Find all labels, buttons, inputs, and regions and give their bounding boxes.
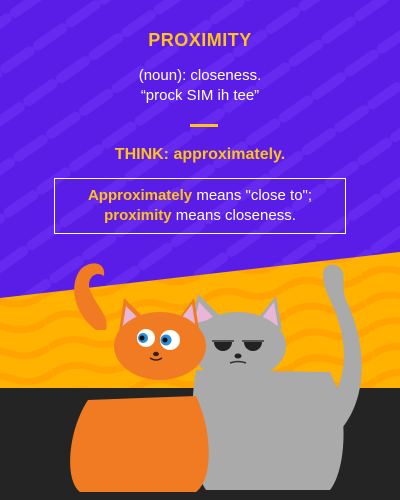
cats-illustration [70, 263, 362, 492]
orange-cat-body [70, 396, 209, 492]
vocabulary-card: PROXIMITY (noun): closeness. “prock SIM … [0, 0, 400, 500]
orange-cat-head [114, 312, 206, 380]
gray-cat-body [191, 370, 344, 490]
orange-cat-icon [70, 263, 209, 492]
orange-cat-tail [74, 263, 107, 330]
gray-cat-icon [190, 264, 362, 490]
